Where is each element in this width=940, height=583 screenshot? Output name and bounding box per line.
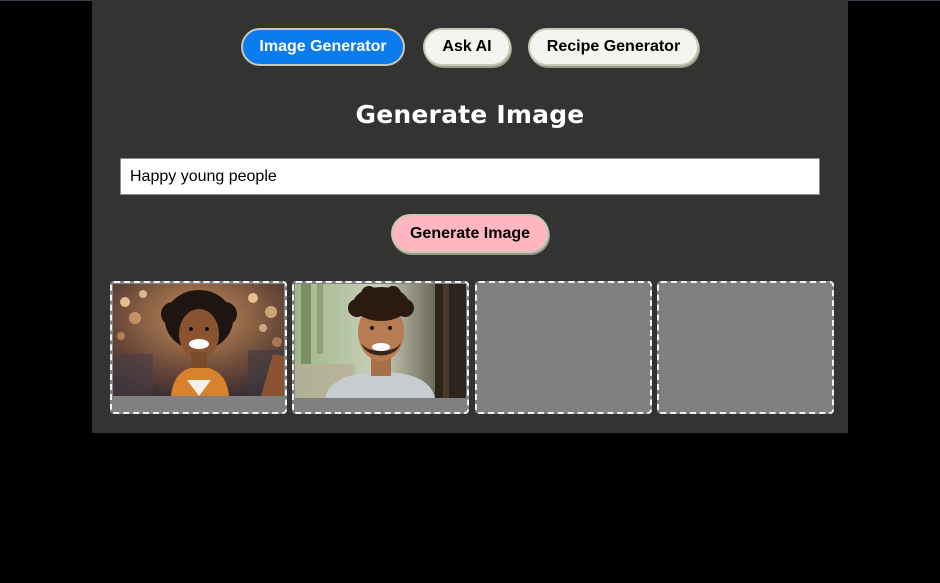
image-slot-1[interactable]	[110, 281, 287, 414]
nav-recipe-generator-button[interactable]: Recipe Generator	[528, 28, 699, 66]
app-panel: Image Generator Ask AI Recipe Generator …	[92, 0, 848, 433]
main-nav: Image Generator Ask AI Recipe Generator	[92, 28, 848, 68]
image-slot-2[interactable]	[292, 281, 469, 414]
generate-image-button[interactable]: Generate Image	[391, 214, 549, 253]
page-title: Generate Image	[355, 100, 585, 129]
nav-ask-ai-button[interactable]: Ask AI	[423, 28, 511, 66]
generated-image-woman-selfie[interactable]	[113, 284, 284, 396]
image-slot-3-empty[interactable]	[475, 281, 652, 414]
nav-image-generator-button[interactable]: Image Generator	[241, 28, 405, 66]
generated-image-man-portrait[interactable]	[295, 284, 466, 398]
prompt-input[interactable]	[120, 158, 820, 195]
image-slot-4-empty[interactable]	[657, 281, 834, 414]
